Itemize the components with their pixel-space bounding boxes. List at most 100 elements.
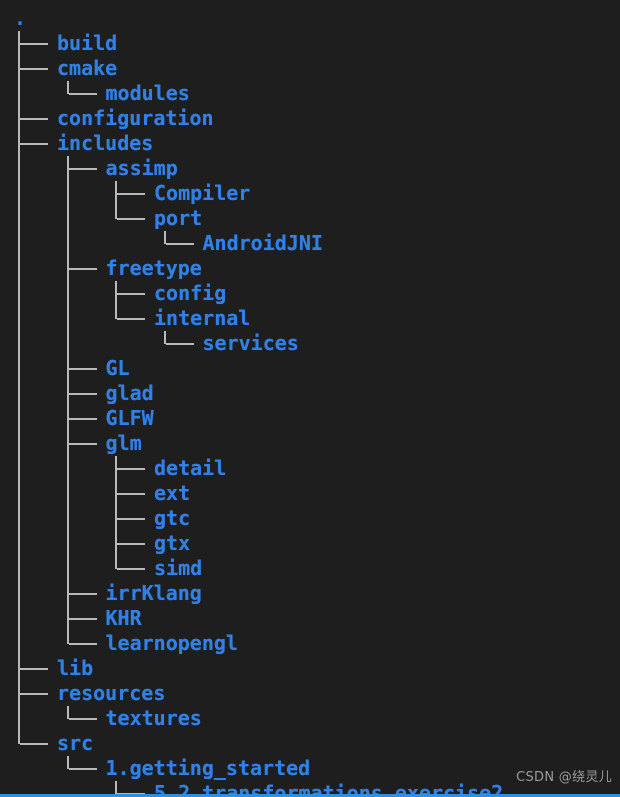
tree-horizontal-line — [117, 493, 145, 495]
tree-node-label[interactable]: glad — [106, 381, 154, 406]
tree-node-row[interactable]: internal — [0, 306, 620, 331]
tree-node-label[interactable]: glm — [106, 431, 142, 456]
tree-node-row[interactable]: config — [0, 281, 620, 306]
tree-node-label[interactable]: lib — [57, 656, 93, 681]
tree-node-label[interactable]: port — [154, 206, 202, 231]
tree-horizontal-line — [68, 593, 97, 595]
tree-node-row[interactable]: cmake — [0, 56, 620, 81]
tree-horizontal-line — [68, 368, 97, 370]
tree-node-label[interactable]: freetype — [106, 256, 202, 281]
tree-node-label[interactable]: cmake — [57, 56, 117, 81]
directory-tree[interactable]: . build cmake modules configuration includes a… — [0, 0, 620, 797]
tree-node-label[interactable]: config — [154, 281, 226, 306]
tree-node-row[interactable]: irrKlang — [0, 581, 620, 606]
tree-node-row[interactable]: lib — [0, 656, 620, 681]
tree-node-label[interactable]: AndroidJNI — [203, 231, 323, 256]
tree-node-row[interactable]: configuration — [0, 106, 620, 131]
tree-node-label[interactable]: src — [57, 731, 93, 756]
tree-node-label[interactable]: ext — [154, 481, 190, 506]
tree-node-label[interactable]: learnopengl — [106, 631, 238, 656]
tree-node-row[interactable]: detail — [0, 456, 620, 481]
tree-vertical-line — [18, 706, 20, 731]
tree-node-row[interactable]: learnopengl — [0, 631, 620, 656]
tree-node-label[interactable]: services — [203, 331, 299, 356]
tree-vertical-line — [18, 556, 20, 581]
tree-vertical-line — [18, 81, 20, 106]
tree-horizontal-line — [20, 68, 48, 70]
tree-node-label[interactable]: Compiler — [154, 181, 250, 206]
tree-elbow-connector — [66, 756, 69, 769]
tree-vertical-line — [18, 156, 20, 181]
tree-vertical-line — [66, 231, 69, 256]
tree-node-label[interactable]: assimp — [106, 156, 178, 181]
tree-horizontal-line — [20, 143, 48, 145]
tree-node-label[interactable]: resources — [57, 681, 165, 706]
tree-horizontal-line — [20, 668, 48, 670]
tree-node-label[interactable]: irrKlang — [106, 581, 202, 606]
tree-horizontal-line — [68, 418, 97, 420]
tree-horizontal-line — [68, 643, 97, 645]
tree-vertical-line — [66, 331, 69, 356]
tree-node-label[interactable]: build — [57, 31, 117, 56]
tree-guides — [0, 581, 620, 606]
tree-node-row[interactable]: textures — [0, 706, 620, 731]
tree-tee-connector — [115, 181, 117, 206]
tree-elbow-connector — [66, 706, 69, 719]
tree-node-row[interactable]: KHR — [0, 606, 620, 631]
tree-horizontal-line — [68, 618, 97, 620]
tree-node-row[interactable]: src — [0, 731, 620, 756]
tree-node-label[interactable]: internal — [154, 306, 250, 331]
tree-node-label[interactable]: textures — [106, 706, 202, 731]
tree-vertical-line — [18, 256, 20, 281]
tree-guides — [0, 381, 620, 406]
tree-node-label[interactable]: modules — [106, 81, 190, 106]
tree-node-row[interactable]: gtc — [0, 506, 620, 531]
tree-node-row[interactable]: assimp — [0, 156, 620, 181]
tree-guides — [0, 631, 620, 656]
tree-node-label[interactable]: simd — [154, 556, 202, 581]
tree-node-row[interactable]: simd — [0, 556, 620, 581]
tree-horizontal-line — [68, 718, 97, 720]
tree-node-row[interactable]: AndroidJNI — [0, 231, 620, 256]
tree-tee-connector — [66, 156, 69, 181]
tree-node-label[interactable]: detail — [154, 456, 226, 481]
tree-node-label[interactable]: gtx — [154, 531, 190, 556]
tree-guides — [0, 481, 620, 506]
tree-node-row[interactable]: port — [0, 206, 620, 231]
tree-node-label[interactable]: gtc — [154, 506, 190, 531]
tree-node-label[interactable]: GLFW — [106, 406, 154, 431]
tree-node-row[interactable]: GL — [0, 356, 620, 381]
tree-guides — [0, 206, 620, 231]
tree-node-label[interactable]: GL — [106, 356, 130, 381]
tree-node-label[interactable]: KHR — [106, 606, 142, 631]
tree-elbow-connector — [163, 231, 166, 244]
tree-node-row[interactable]: glad — [0, 381, 620, 406]
tree-node-row[interactable]: services — [0, 331, 620, 356]
tree-elbow-connector — [115, 206, 117, 219]
tree-tee-connector — [18, 106, 20, 131]
tree-vertical-line — [18, 581, 20, 606]
tree-node-row[interactable]: includes — [0, 131, 620, 156]
tree-horizontal-line — [20, 743, 48, 745]
tree-node-row[interactable]: Compiler — [0, 181, 620, 206]
tree-node-label[interactable]: includes — [57, 131, 153, 156]
tree-node-row[interactable]: glm — [0, 431, 620, 456]
tree-horizontal-line — [68, 443, 97, 445]
tree-tee-connector — [66, 256, 69, 281]
tree-node-row[interactable]: resources — [0, 681, 620, 706]
tree-node-row[interactable]: freetype — [0, 256, 620, 281]
tree-guides — [0, 706, 620, 731]
tree-horizontal-line — [68, 93, 97, 95]
tree-vertical-line — [66, 556, 69, 581]
tree-node-label[interactable]: configuration — [57, 106, 214, 131]
tree-tee-connector — [66, 581, 69, 606]
tree-node-row[interactable]: GLFW — [0, 406, 620, 431]
tree-node-row[interactable]: gtx — [0, 531, 620, 556]
tree-node-label[interactable]: 1.getting_started — [106, 756, 311, 781]
tree-guides — [0, 606, 620, 631]
tree-horizontal-line — [117, 468, 145, 470]
tree-node-row[interactable]: ext — [0, 481, 620, 506]
tree-node-row[interactable]: build — [0, 31, 620, 56]
tree-node-row[interactable]: modules — [0, 81, 620, 106]
tree-guides — [0, 81, 620, 106]
